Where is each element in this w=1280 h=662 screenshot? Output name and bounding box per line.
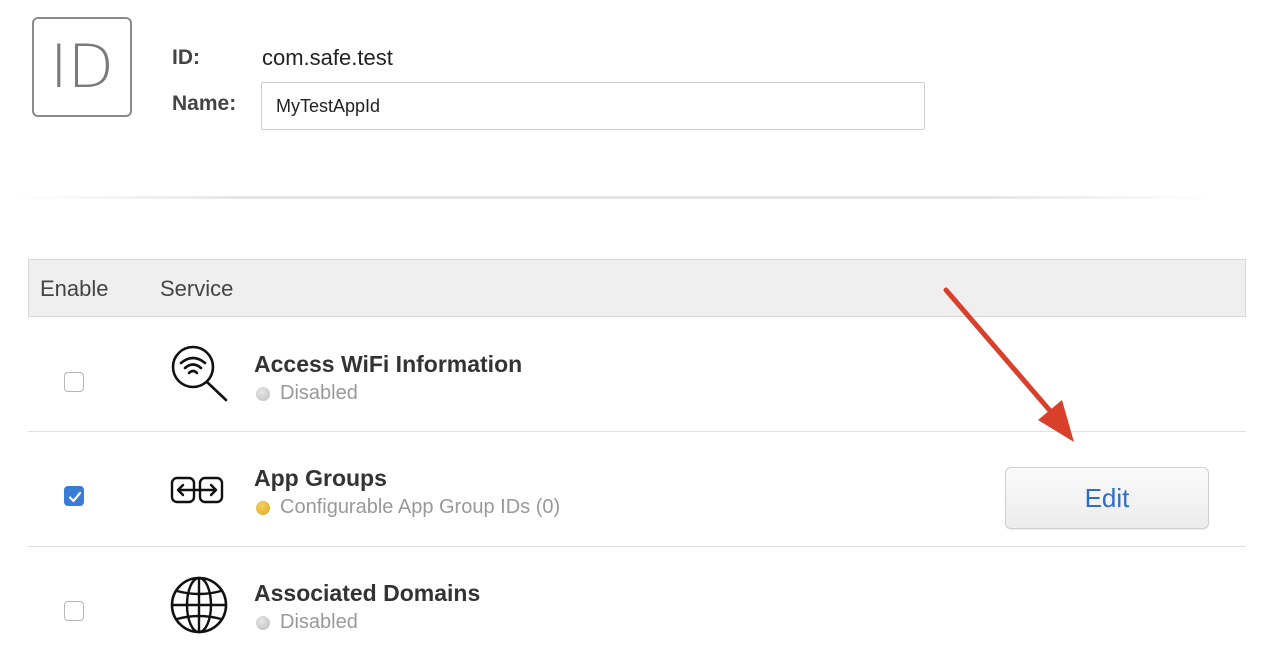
- edit-button[interactable]: Edit: [1005, 467, 1209, 529]
- name-label: Name:: [172, 92, 237, 115]
- service-name-app-groups: App Groups: [254, 465, 387, 491]
- status-text: Configurable App Group IDs (0): [280, 496, 561, 518]
- status-text: Disabled: [280, 611, 358, 633]
- service-name-associated-domains: Associated Domains: [254, 580, 481, 606]
- service-status-access-wifi: Disabled: [256, 382, 358, 405]
- globe-icon: [168, 574, 230, 641]
- section-divider: [15, 196, 1215, 199]
- annotation-arrow-icon: [943, 287, 1074, 442]
- id-label: ID:: [172, 46, 200, 69]
- column-enable: Enable: [40, 276, 109, 301]
- name-input[interactable]: [261, 82, 925, 130]
- service-name-access-wifi: Access WiFi Information: [254, 351, 523, 377]
- wifi-search-icon: [168, 343, 230, 408]
- enable-checkbox-associated-domains[interactable]: [64, 601, 84, 621]
- status-dot-icon: [256, 615, 270, 630]
- enable-checkbox-app-groups[interactable]: [64, 486, 84, 506]
- id-value: com.safe.test: [262, 45, 393, 70]
- column-service: Service: [160, 276, 234, 301]
- app-groups-icon: [168, 475, 226, 510]
- status-dot-icon: [256, 500, 270, 515]
- status-dot-icon: [256, 386, 270, 401]
- status-text: Disabled: [280, 382, 358, 404]
- checkmark-icon: [68, 491, 82, 503]
- app-id-icon: ID: [32, 17, 132, 117]
- service-status-associated-domains: Disabled: [256, 611, 358, 634]
- service-status-app-groups: Configurable App Group IDs (0): [256, 496, 560, 519]
- enable-checkbox-access-wifi[interactable]: [64, 372, 84, 392]
